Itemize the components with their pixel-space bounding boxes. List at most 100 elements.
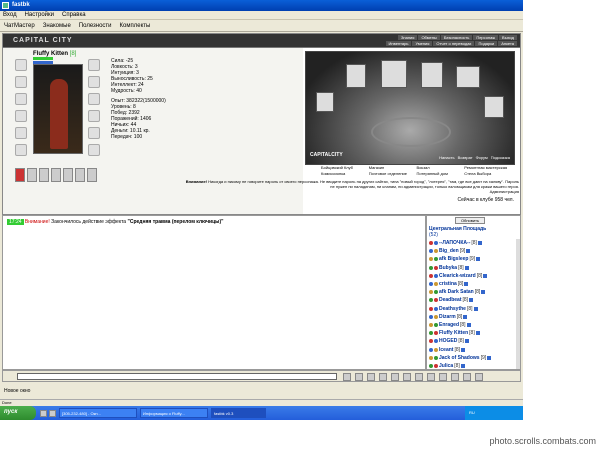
quick-slot-3[interactable] <box>51 168 61 182</box>
new-window-link[interactable]: Новое окно <box>4 388 30 394</box>
toolbar-chatmaster[interactable]: ЧатМастер <box>4 23 35 31</box>
building[interactable] <box>346 64 366 88</box>
bracer-slot[interactable] <box>88 110 100 122</box>
player-name[interactable]: Bubyka <box>439 264 457 272</box>
link-repair[interactable]: Ремонтная мастерская <box>464 165 511 170</box>
link-station[interactable]: Вокзал <box>417 165 464 170</box>
player-item[interactable]: Julica [8] <box>429 362 519 370</box>
building[interactable] <box>421 62 443 88</box>
player-name[interactable]: afk Dark Satan <box>439 288 474 296</box>
building[interactable] <box>316 92 334 112</box>
settings-icon[interactable] <box>427 373 435 381</box>
task-explorer[interactable]: [305-232-480] - Окн... <box>59 408 137 418</box>
map-icon[interactable] <box>463 373 471 381</box>
player-item[interactable]: Iceant [8] <box>429 345 519 353</box>
player-name[interactable]: Jack of Shadows <box>439 354 480 362</box>
city-forum[interactable]: Форум <box>476 155 488 160</box>
player-name[interactable]: Fluffy Kitten <box>439 329 468 337</box>
player-item[interactable]: afk Dark Satan [8] <box>429 288 519 296</box>
nav-knowledge[interactable]: Знания <box>397 35 418 40</box>
gloves-slot[interactable] <box>88 76 100 88</box>
link-shop[interactable]: Магазин <box>369 165 416 170</box>
nav-inventory[interactable]: Инвентарь <box>385 41 412 46</box>
info-icon[interactable] <box>466 322 471 327</box>
shield-slot[interactable] <box>88 93 100 105</box>
menu-item-help[interactable]: Справка <box>62 12 86 19</box>
link-consignment[interactable]: Комиссионка <box>321 171 368 176</box>
send-icon[interactable] <box>343 373 351 381</box>
nav-character[interactable]: Персонаж <box>473 35 499 40</box>
quick-slot-2[interactable] <box>39 168 49 182</box>
building[interactable] <box>456 66 480 88</box>
info-icon[interactable] <box>477 241 482 246</box>
smiley-icon[interactable] <box>355 373 363 381</box>
ie-icon[interactable] <box>40 409 47 417</box>
roster-scrollbar[interactable] <box>516 239 520 369</box>
avatar[interactable] <box>33 64 83 154</box>
clear-icon[interactable] <box>367 373 375 381</box>
boots-slot[interactable] <box>88 144 100 156</box>
player-name[interactable]: Iceant <box>439 346 453 354</box>
nav-profile[interactable]: Анкета <box>498 41 517 46</box>
translit-icon[interactable] <box>391 373 399 381</box>
player-name[interactable]: Deadbeat <box>439 296 462 304</box>
info-icon[interactable] <box>483 273 488 278</box>
info-icon[interactable] <box>461 347 466 352</box>
player-name[interactable]: --ЛАПОЧКА-- <box>439 239 470 247</box>
info-icon[interactable] <box>463 314 468 319</box>
menu-item-login[interactable]: Вход <box>3 12 17 19</box>
player-name[interactable]: afk Bigsleep <box>439 255 468 263</box>
link-lost-house[interactable]: Потерянный дом <box>417 171 464 176</box>
nav-exit[interactable]: Выход <box>499 35 517 40</box>
player-item[interactable]: Fluffy Kitten [8] <box>429 329 519 337</box>
toolbar-sets[interactable]: Комплекты <box>120 23 151 31</box>
info-icon[interactable] <box>476 257 481 262</box>
nav-skills[interactable]: Умения <box>412 41 433 46</box>
ring-slot[interactable] <box>15 144 27 156</box>
city-map[interactable]: CAPITALCITY Напасть Возврат Форум Подска… <box>305 51 515 165</box>
city-hint[interactable]: Подсказка <box>491 155 510 160</box>
amulet-slot[interactable] <box>15 76 27 88</box>
player-name[interactable]: Clearick-wizard <box>439 272 476 280</box>
chat-input[interactable] <box>17 373 337 380</box>
info-icon[interactable] <box>481 290 486 295</box>
toolbar-friends[interactable]: Знакомые <box>43 23 71 31</box>
link-fight-club[interactable]: Бойцовский Клуб <box>321 165 368 170</box>
player-item[interactable]: afk Bigsleep [9] <box>429 255 519 263</box>
start-button[interactable]: пуск <box>0 406 36 420</box>
info-icon[interactable] <box>473 306 478 311</box>
toolbar-utilities[interactable]: Полезности <box>79 23 112 31</box>
player-item[interactable]: Deadbeat [8] <box>429 296 519 304</box>
player-name[interactable]: HOGED <box>439 337 457 345</box>
building[interactable] <box>381 60 407 88</box>
menu-item-settings[interactable]: Настройки <box>25 12 54 19</box>
player-name[interactable]: Deathsythe <box>439 305 466 313</box>
player-item[interactable]: Jack of Shadows [9] <box>429 354 519 362</box>
link-post[interactable]: Почтовое отделение <box>369 171 416 176</box>
quicklaunch-icon[interactable] <box>49 409 56 417</box>
heal-button[interactable] <box>15 168 25 182</box>
belt-slot[interactable] <box>15 127 27 139</box>
quick-slot-1[interactable] <box>27 168 37 182</box>
quick-slot-5[interactable] <box>75 168 85 182</box>
player-name[interactable]: Big_den <box>439 247 459 255</box>
info-icon[interactable] <box>466 249 471 254</box>
helmet-slot[interactable] <box>15 59 27 71</box>
player-item[interactable]: Deathsythe [8] <box>429 305 519 313</box>
player-item[interactable]: Bubyka [8] <box>429 264 519 272</box>
info-icon[interactable] <box>464 339 469 344</box>
task-info[interactable]: Информация о Fluffy... <box>140 408 208 418</box>
player-name[interactable]: Dizarm <box>439 313 456 321</box>
sound-icon[interactable] <box>439 373 447 381</box>
player-item[interactable]: HOGED [8] <box>429 337 519 345</box>
info-icon[interactable] <box>460 363 465 368</box>
info-icon[interactable] <box>475 331 480 336</box>
refresh-button[interactable]: Обновить <box>455 217 485 224</box>
city-attack[interactable]: Напасть <box>439 155 454 160</box>
player-item[interactable]: cristina [8] <box>429 280 519 288</box>
player-item[interactable]: Big_den [9] <box>429 247 519 255</box>
task-fastbk[interactable]: fastbk v0.3 <box>211 408 266 418</box>
exit-icon[interactable] <box>475 373 483 381</box>
player-item[interactable]: Clearick-wizard [8] <box>429 272 519 280</box>
info-icon[interactable] <box>464 282 469 287</box>
